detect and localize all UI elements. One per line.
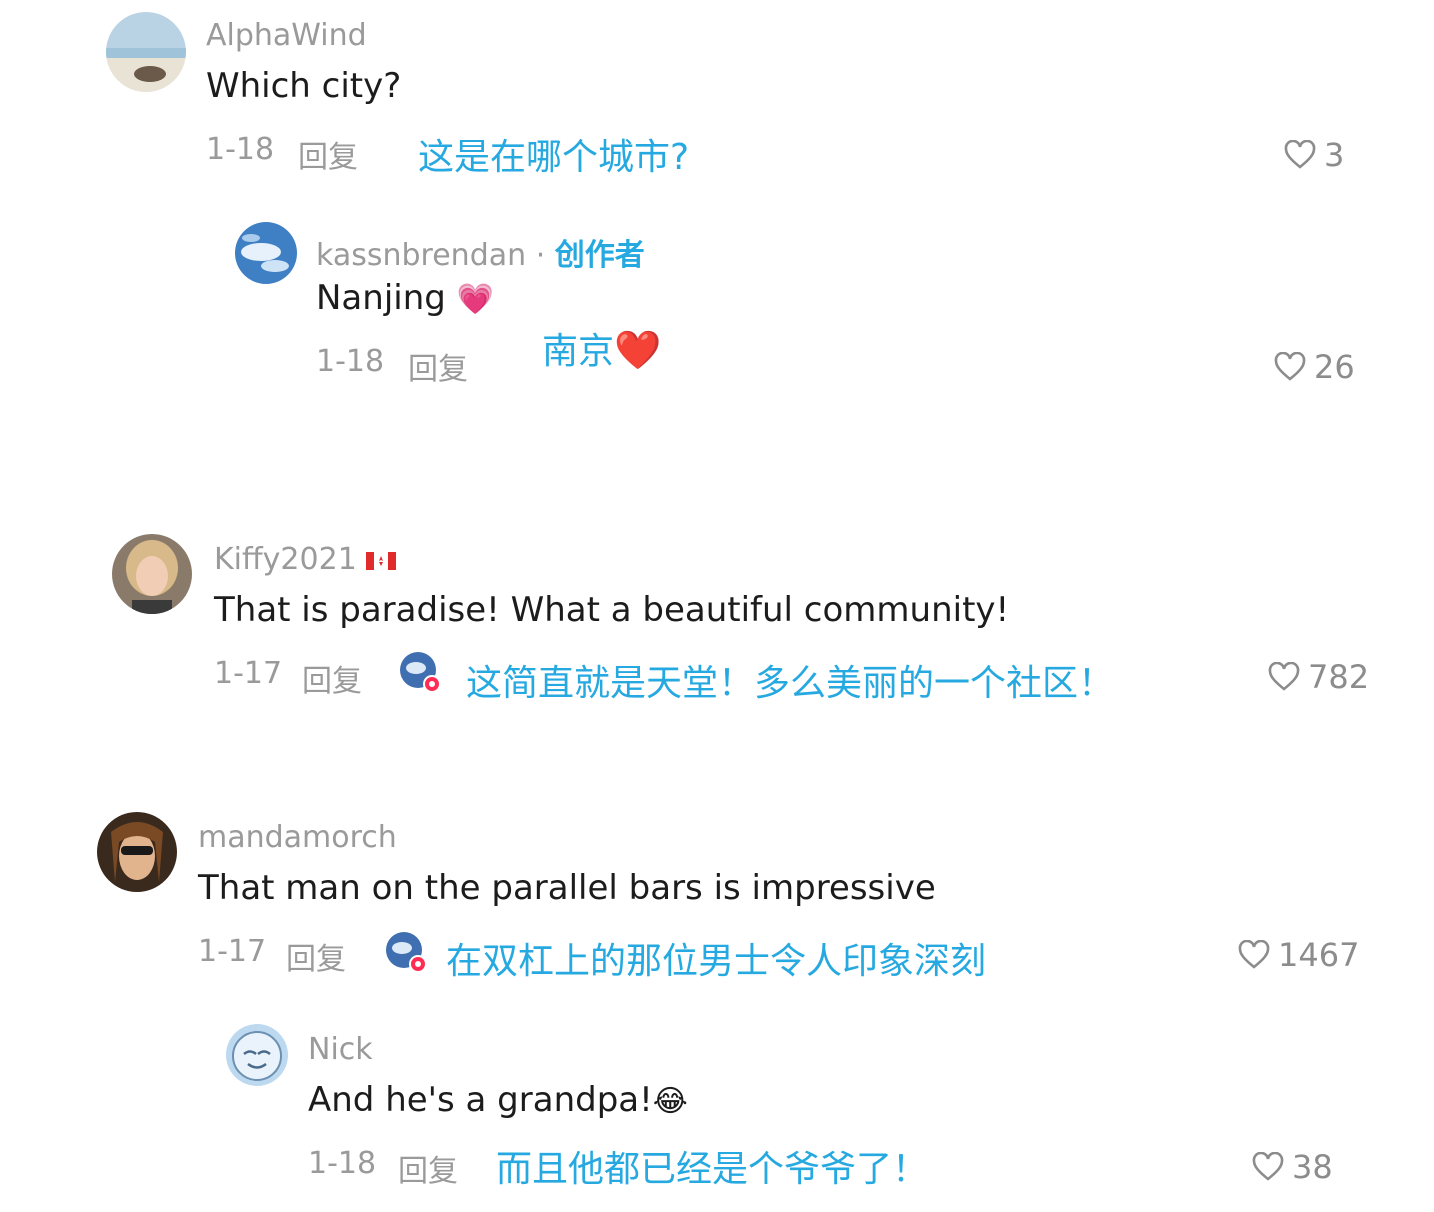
reply-button[interactable]: 回复	[398, 1146, 458, 1190]
comment-text: Nanjing 💗	[316, 278, 494, 318]
username-link[interactable]: kassnbrendan	[316, 238, 526, 273]
comment-kassnbrendan: kassnbrendan · 创作者 Nanjing 💗 1-18 回复 南京❤…	[0, 200, 1434, 420]
comment-nick: Nick And he's a grandpa!😂 1-18 回复 而且他都已经…	[0, 1010, 1434, 1212]
reply-button[interactable]: 回复	[286, 934, 346, 978]
laughing-emoji: 😂	[652, 1084, 688, 1119]
comment-mandamorch: mandamorch That man on the parallel bars…	[0, 800, 1434, 1000]
translate-avatar-icon	[400, 652, 441, 693]
woman-blonde-avatar[interactable]	[112, 534, 192, 614]
comment-username: kassnbrendan · 创作者	[316, 230, 645, 274]
heart-icon	[1238, 940, 1270, 969]
comment-date: 1-18	[206, 132, 275, 167]
like-button[interactable]: 26	[1274, 348, 1355, 386]
like-count: 26	[1314, 348, 1355, 386]
heart-icon	[1274, 352, 1306, 381]
like-count: 3	[1324, 136, 1345, 174]
red-heart-emoji: ❤️	[614, 328, 662, 372]
creator-badge: 创作者	[554, 238, 645, 273]
like-count: 1467	[1278, 936, 1360, 974]
comment-date: 1-17	[214, 656, 283, 691]
canada-flag-icon	[366, 551, 397, 570]
reply-button[interactable]: 回复	[298, 132, 358, 176]
like-button[interactable]: 38	[1252, 1148, 1333, 1186]
like-button[interactable]: 1467	[1238, 936, 1359, 974]
reply-button[interactable]: 回复	[408, 344, 468, 388]
pink-heart-emoji: 💗	[456, 282, 495, 317]
comment-translation: 这简直就是天堂！多么美丽的一个社区！	[466, 663, 1115, 704]
woman-sunglasses-avatar[interactable]	[97, 812, 177, 892]
comment-translation: 南京❤️	[542, 322, 661, 374]
like-count: 38	[1292, 1148, 1333, 1186]
comment-text-content: Nanjing	[316, 278, 446, 318]
translation-text: 南京	[542, 331, 615, 372]
comment-username: Kiffy2021	[214, 542, 397, 577]
comment-translation: 这是在哪个城市?	[418, 137, 690, 178]
comment-text: Which city?	[206, 66, 402, 106]
comment-translation: 而且他都已经是个爷爷了！	[496, 1149, 929, 1190]
comment-text: That is paradise! What a beautiful commu…	[214, 590, 1010, 630]
beach-avatar[interactable]	[106, 12, 186, 92]
comment-username[interactable]: mandamorch	[198, 820, 397, 855]
comment-username[interactable]: Nick	[308, 1032, 373, 1067]
comment-date: 1-18	[308, 1146, 377, 1181]
like-button[interactable]: 782	[1268, 658, 1369, 696]
cartoon-face-avatar[interactable]	[226, 1024, 288, 1086]
comment-text: That man on the parallel bars is impress…	[198, 868, 936, 908]
heart-icon	[1252, 1152, 1284, 1181]
comment-date: 1-18	[316, 344, 385, 379]
comment-text-content: And he's a grandpa!	[308, 1080, 653, 1120]
like-count: 782	[1308, 658, 1370, 696]
heart-icon	[1284, 140, 1316, 169]
comment-date: 1-17	[198, 934, 267, 969]
like-button[interactable]: 3	[1284, 136, 1344, 174]
heart-icon	[1268, 662, 1300, 691]
sky-avatar[interactable]	[235, 222, 297, 284]
comment-translation: 在双杠上的那位男士令人印象深刻	[446, 941, 987, 982]
translate-avatar-icon	[386, 932, 427, 973]
reply-button[interactable]: 回复	[302, 656, 362, 700]
comment-alphawind: AlphaWind Which city? 1-18 回复 这是在哪个城市? 3	[0, 0, 1434, 200]
separator-dot: ·	[535, 238, 546, 273]
comment-username[interactable]: AlphaWind	[206, 18, 367, 53]
username-link[interactable]: Kiffy2021	[214, 542, 357, 577]
comment-text: And he's a grandpa!😂	[308, 1080, 688, 1120]
comment-kiffy2021: Kiffy2021 That is paradise! What a beaut…	[0, 520, 1434, 720]
